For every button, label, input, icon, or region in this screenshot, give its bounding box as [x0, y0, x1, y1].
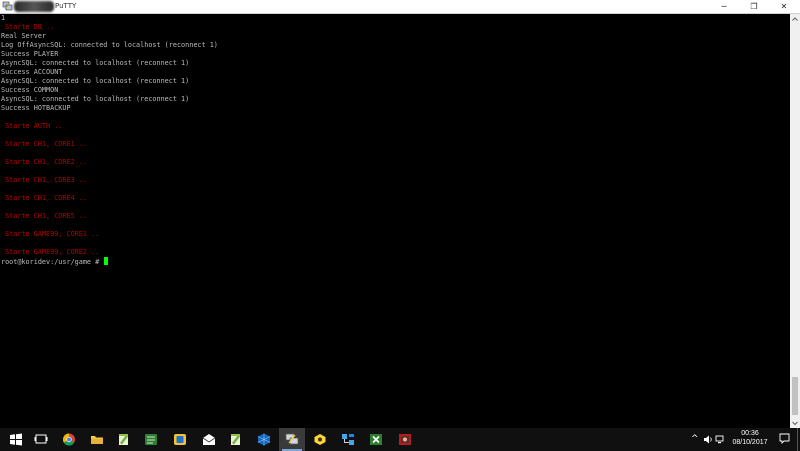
shell-prompt: root@koridev:/usr/game #: [1, 258, 104, 266]
notepad-plus-plus-icon: [119, 434, 128, 445]
task-view-button[interactable]: [28, 428, 54, 451]
terminal-line: Starte CH1, CORE3 ..: [1, 176, 87, 184]
terminal-line: Success HOTBACKUP: [1, 104, 71, 112]
database-icon: [145, 434, 157, 445]
scroll-down-arrow-icon[interactable]: [790, 418, 800, 428]
chrome-icon: [62, 433, 75, 446]
terminal-line: Starte CH1, CORE2 ..: [1, 158, 87, 166]
terminal-line: Starte GAME99, CORE2 ..: [1, 248, 100, 256]
terminal-scrollbar[interactable]: [790, 14, 800, 428]
network-tray-icon[interactable]: [715, 435, 725, 444]
maximize-button[interactable]: ❐: [739, 0, 769, 13]
tray-chevron-icon[interactable]: ^: [691, 433, 699, 445]
navicat-button[interactable]: [138, 428, 164, 451]
notepadpp2-button[interactable]: [223, 428, 249, 451]
terminal-line: AsyncSQL: connected to localhost (reconn…: [1, 77, 190, 85]
terminal-line: Success PLAYER: [1, 50, 59, 58]
terminal-line: Starte DB ..: [1, 23, 55, 31]
notepadpp-button[interactable]: [111, 428, 137, 451]
winscp-button[interactable]: [167, 428, 193, 451]
terminal-line: AsyncSQL: connected to localhost (reconn…: [1, 59, 190, 67]
terminal-line: Starte CH1, CORE1 ..: [1, 140, 87, 148]
terminal-line: Real Server: [1, 32, 47, 40]
terminal-prompt-line[interactable]: root@koridev:/usr/game #: [1, 257, 109, 266]
clock-time[interactable]: 00:36: [727, 430, 773, 437]
taskbar: ^ 00:36 08/10/2017: [0, 428, 800, 451]
terminal-cursor: [104, 257, 109, 265]
terminal-line: Starte AUTH ..: [1, 122, 63, 130]
spreadsheet-icon: [370, 434, 382, 445]
network-app-button[interactable]: [335, 428, 361, 451]
terminal-output[interactable]: 1 Starte DB .. Real Server Log OffAsyncSQL…: [0, 14, 790, 428]
speaker-icon[interactable]: [703, 435, 713, 444]
terminal-line: Starte CH1, CORE5 ..: [1, 212, 87, 220]
windows-logo-icon: [10, 433, 22, 446]
close-button[interactable]: ✕: [769, 0, 799, 13]
red-app-button[interactable]: [392, 428, 418, 451]
hexagon-icon: [314, 434, 326, 445]
game-icon: [399, 434, 411, 445]
chrome-button[interactable]: [56, 428, 82, 451]
mail-icon: [202, 434, 216, 445]
mail-button[interactable]: [196, 428, 222, 451]
terminal-line: Success ACCOUNT: [1, 68, 63, 76]
scrollbar-thumb[interactable]: [792, 377, 798, 415]
transfer-icon: [174, 434, 186, 445]
minimize-button[interactable]: ─: [709, 0, 739, 13]
file-explorer-button[interactable]: [84, 428, 110, 451]
app-yellow-button[interactable]: [307, 428, 333, 451]
putty-icon: [2, 1, 13, 11]
terminal-line: AsyncSQL: connected to localhost (reconn…: [1, 95, 190, 103]
excel-button[interactable]: [363, 428, 389, 451]
network-icon: [342, 434, 354, 445]
redacted-hostname: [14, 1, 54, 12]
folder-icon: [91, 436, 103, 444]
window-title: PuTTY: [55, 2, 77, 10]
virtualbox-button[interactable]: [251, 428, 277, 451]
task-view-icon: [34, 434, 48, 444]
terminal-line: Starte CH1, CORE4 ..: [1, 194, 87, 202]
terminal-line: 1: [1, 14, 6, 22]
title-bar[interactable]: PuTTY ─ ❐ ✕: [0, 0, 800, 14]
terminal-line: Log OffAsyncSQL: connected to localhost …: [1, 41, 218, 49]
notepad-plus-plus-icon: [231, 434, 240, 445]
action-center-icon[interactable]: [779, 433, 790, 444]
putty-icon: [285, 433, 299, 445]
terminal-line: Success COMMON: [1, 86, 59, 94]
scroll-up-arrow-icon[interactable]: [790, 14, 800, 24]
virtualbox-icon: [257, 433, 271, 446]
putty-button[interactable]: [279, 428, 305, 451]
terminal-line: Starte GAME99, CORE1 ..: [1, 230, 100, 238]
start-button[interactable]: [3, 428, 29, 451]
clock-date[interactable]: 08/10/2017: [727, 439, 773, 446]
